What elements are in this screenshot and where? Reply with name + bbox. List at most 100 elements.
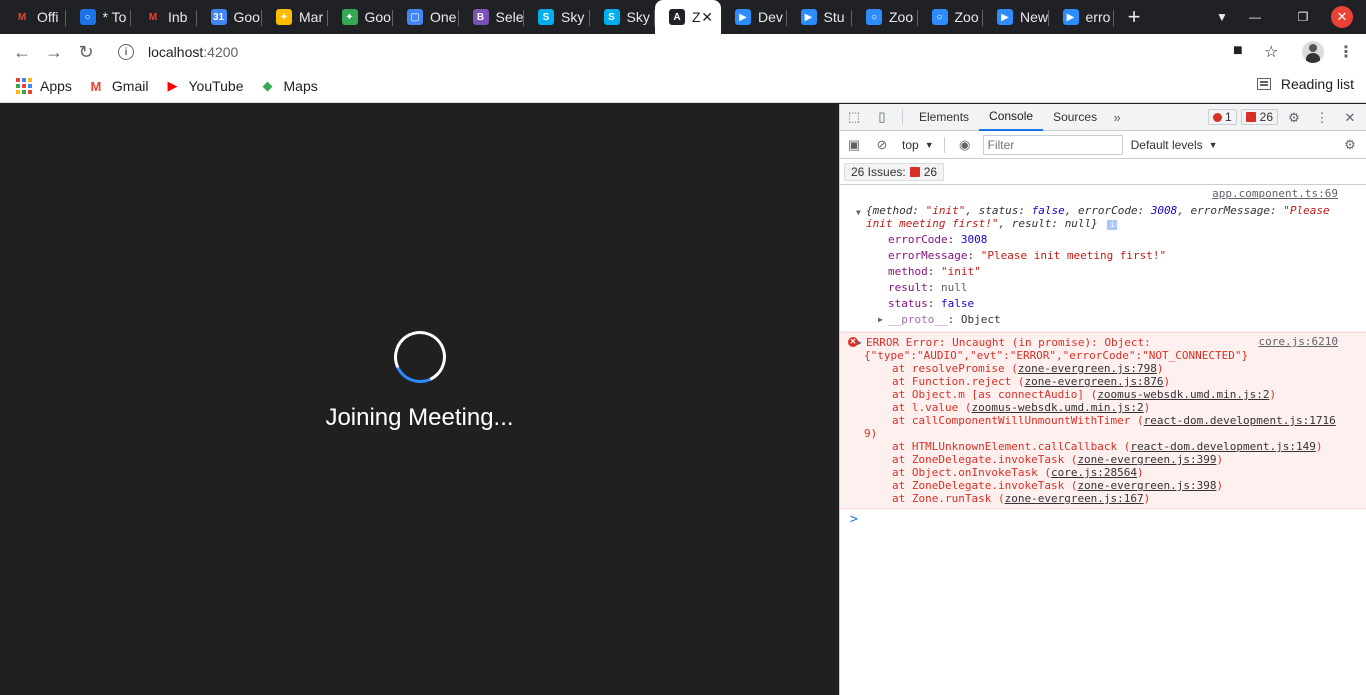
tab-console[interactable]: Console <box>979 104 1044 131</box>
stack-location-link[interactable]: zoomus-websdk.umd.min.js:2 <box>971 401 1143 414</box>
youtube-icon: ▶ <box>167 78 178 93</box>
tab-elements[interactable]: Elements <box>909 104 979 131</box>
forward-icon[interactable]: → <box>40 38 68 66</box>
more-tabs-icon[interactable]: » <box>1107 104 1127 131</box>
proto-value: Object <box>960 313 1001 326</box>
info-icon[interactable]: i <box>1107 220 1118 230</box>
proto-row[interactable]: ▶ __proto__: Object <box>866 312 1344 328</box>
restore-icon[interactable]: ❐ <box>1292 6 1314 28</box>
loading-text: Joining Meeting... <box>325 404 514 431</box>
devtools-tabs: ⬚ ▯ Elements Console Sources » 1 26 ⚙ ⋮ ✕ <box>840 104 1366 131</box>
live-expression-eye-icon[interactable]: ◉ <box>951 131 979 158</box>
expand-caret-icon[interactable]: ▶ <box>857 336 862 349</box>
bookmark-item[interactable]: ◆ Maps <box>260 78 318 94</box>
browser-tab[interactable]: S Sky <box>524 0 590 34</box>
expand-caret-icon[interactable]: ▼ <box>856 206 861 219</box>
stack-location-link[interactable]: zone-evergreen.js:167 <box>1005 492 1144 505</box>
page-viewport: Joining Meeting... <box>0 104 839 695</box>
browser-tab[interactable]: ▶ New <box>983 0 1049 34</box>
expand-caret-icon[interactable]: ▶ <box>878 312 883 328</box>
close-devtools-icon[interactable]: ✕ <box>1336 104 1364 131</box>
stack-location-link[interactable]: zone-evergreen.js:798 <box>1018 362 1157 375</box>
browser-tab[interactable]: 31 Goo <box>197 0 263 34</box>
bookmark-item[interactable]: M Gmail <box>88 78 149 94</box>
browser-tab[interactable]: ▶ Stu <box>787 0 853 34</box>
new-tab-button[interactable]: + <box>1114 0 1154 34</box>
minimize-icon[interactable]: — <box>1244 6 1266 28</box>
stack-location-link[interactable]: zone-evergreen.js:876 <box>1024 375 1163 388</box>
object-property: status: false <box>866 296 1344 312</box>
stack-end: ) <box>1156 362 1164 375</box>
browser-tab[interactable]: ▶ Dev <box>721 0 787 34</box>
issue-count-badge[interactable]: 26 <box>1240 109 1278 125</box>
console-prompt[interactable]: > <box>840 509 1366 530</box>
stack-location-link[interactable]: react-dom.development.js:149 <box>1130 440 1315 453</box>
property-value: "init" <box>941 265 981 278</box>
tab-title: Mar <box>299 9 324 25</box>
log-source-link[interactable]: app.component.ts:69 <box>1212 187 1338 200</box>
browser-tab[interactable]: S Sky <box>590 0 656 34</box>
stack-location-link[interactable]: zone-evergreen.js:398 <box>1077 479 1216 492</box>
object-summary[interactable]: ▼ {method: "init", status: false, errorC… <box>856 204 1344 230</box>
tab-title: * To <box>102 9 127 25</box>
site-info-icon[interactable]: i <box>118 44 134 60</box>
browser-tab[interactable]: M Offi <box>0 0 66 34</box>
tab-title: Inb <box>168 9 188 25</box>
close-tab-icon[interactable]: ✕ <box>701 9 713 26</box>
tab-search-icon[interactable]: ▼ <box>1211 6 1233 28</box>
back-icon[interactable]: ← <box>8 38 36 66</box>
address-bar[interactable]: i localhost:4200 <box>108 37 1290 67</box>
browser-tab[interactable]: A Z ✕ <box>655 0 721 34</box>
error-title: ERROR Error: Uncaught (in promise): Obje… <box>866 336 1151 349</box>
reading-list-button[interactable]: Reading list <box>1256 76 1354 92</box>
avatar[interactable] <box>1302 41 1324 63</box>
bookmark-item[interactable]: Apps <box>16 78 72 94</box>
issues-label: 26 Issues: <box>851 164 906 179</box>
browser-tab[interactable]: ○ * To <box>66 0 132 34</box>
show-sidebar-icon[interactable]: ▣ <box>840 131 868 158</box>
bookmark-star-icon[interactable]: ☆ <box>1264 42 1278 62</box>
issues-button[interactable]: 26 Issues: 26 <box>844 162 945 181</box>
tab-list: M Offi ○ * To M Inb 31 Goo ✦ Mar ✦ Goo ▢ One B Sele S Sky… <box>0 0 1114 34</box>
bookmark-item[interactable]: ▶ YouTube <box>164 78 243 94</box>
console-settings-gear-icon[interactable]: ⚙ <box>1336 131 1364 158</box>
device-toolbar-icon[interactable]: ▯ <box>868 104 896 131</box>
browser-menu-icon[interactable]: ⋮ <box>1338 42 1354 62</box>
inspect-element-icon[interactable]: ⬚ <box>840 104 868 131</box>
browser-tab[interactable]: M Inb <box>131 0 197 34</box>
console-log-message: app.component.ts:69 ▼ {method: "init", s… <box>840 185 1366 332</box>
reading-list-label: Reading list <box>1280 76 1354 92</box>
devtools-menu-icon[interactable]: ⋮ <box>1308 104 1336 131</box>
gmail-icon: M <box>17 11 27 23</box>
property-value: null <box>941 281 968 294</box>
zoom-icon: ▶ <box>997 9 1013 25</box>
reload-icon[interactable]: ↻ <box>72 38 100 66</box>
console-toolbar: ▣ ⊘ top ▼ ◉ Default levels ▼ ⚙ <box>840 131 1366 159</box>
browser-tab[interactable]: ▶ erro <box>1049 0 1115 34</box>
zoom-icon: ▶ <box>735 9 751 25</box>
camera-icon[interactable]: ■ <box>1233 42 1243 60</box>
browser-tab[interactable]: ▢ One <box>393 0 459 34</box>
stack-location-link[interactable]: zoomus-websdk.umd.min.js:2 <box>1097 388 1269 401</box>
stack-location-link[interactable]: core.js:28564 <box>1051 466 1137 479</box>
reading-list-icon <box>1256 78 1271 90</box>
stack-function: at Zone.runTask ( <box>892 492 1005 505</box>
stack-location-link[interactable]: react-dom.development.js:1716 <box>1144 414 1336 427</box>
object-property: result: null <box>866 280 1344 296</box>
error-count-badge[interactable]: 1 <box>1207 109 1237 125</box>
context-select[interactable]: top ▼ <box>898 138 938 152</box>
browser-tab[interactable]: ✦ Mar <box>262 0 328 34</box>
browser-tab[interactable]: B Sele <box>459 0 525 34</box>
stack-location-link[interactable]: zone-evergreen.js:399 <box>1077 453 1216 466</box>
close-window-icon[interactable]: ✕ <box>1331 6 1353 28</box>
settings-gear-icon[interactable]: ⚙ <box>1280 104 1308 131</box>
tab-title: One <box>430 9 457 25</box>
tab-sources[interactable]: Sources <box>1043 104 1107 131</box>
browser-tab[interactable]: ○ Zoo <box>918 0 984 34</box>
clear-console-icon[interactable]: ⊘ <box>868 131 896 158</box>
google-photos-icon: ✦ <box>276 9 292 25</box>
browser-tab[interactable]: ✦ Goo <box>328 0 394 34</box>
filter-input[interactable] <box>982 134 1123 155</box>
log-levels-select[interactable]: Default levels ▼ <box>1131 138 1218 152</box>
browser-tab[interactable]: ○ Zoo <box>852 0 918 34</box>
